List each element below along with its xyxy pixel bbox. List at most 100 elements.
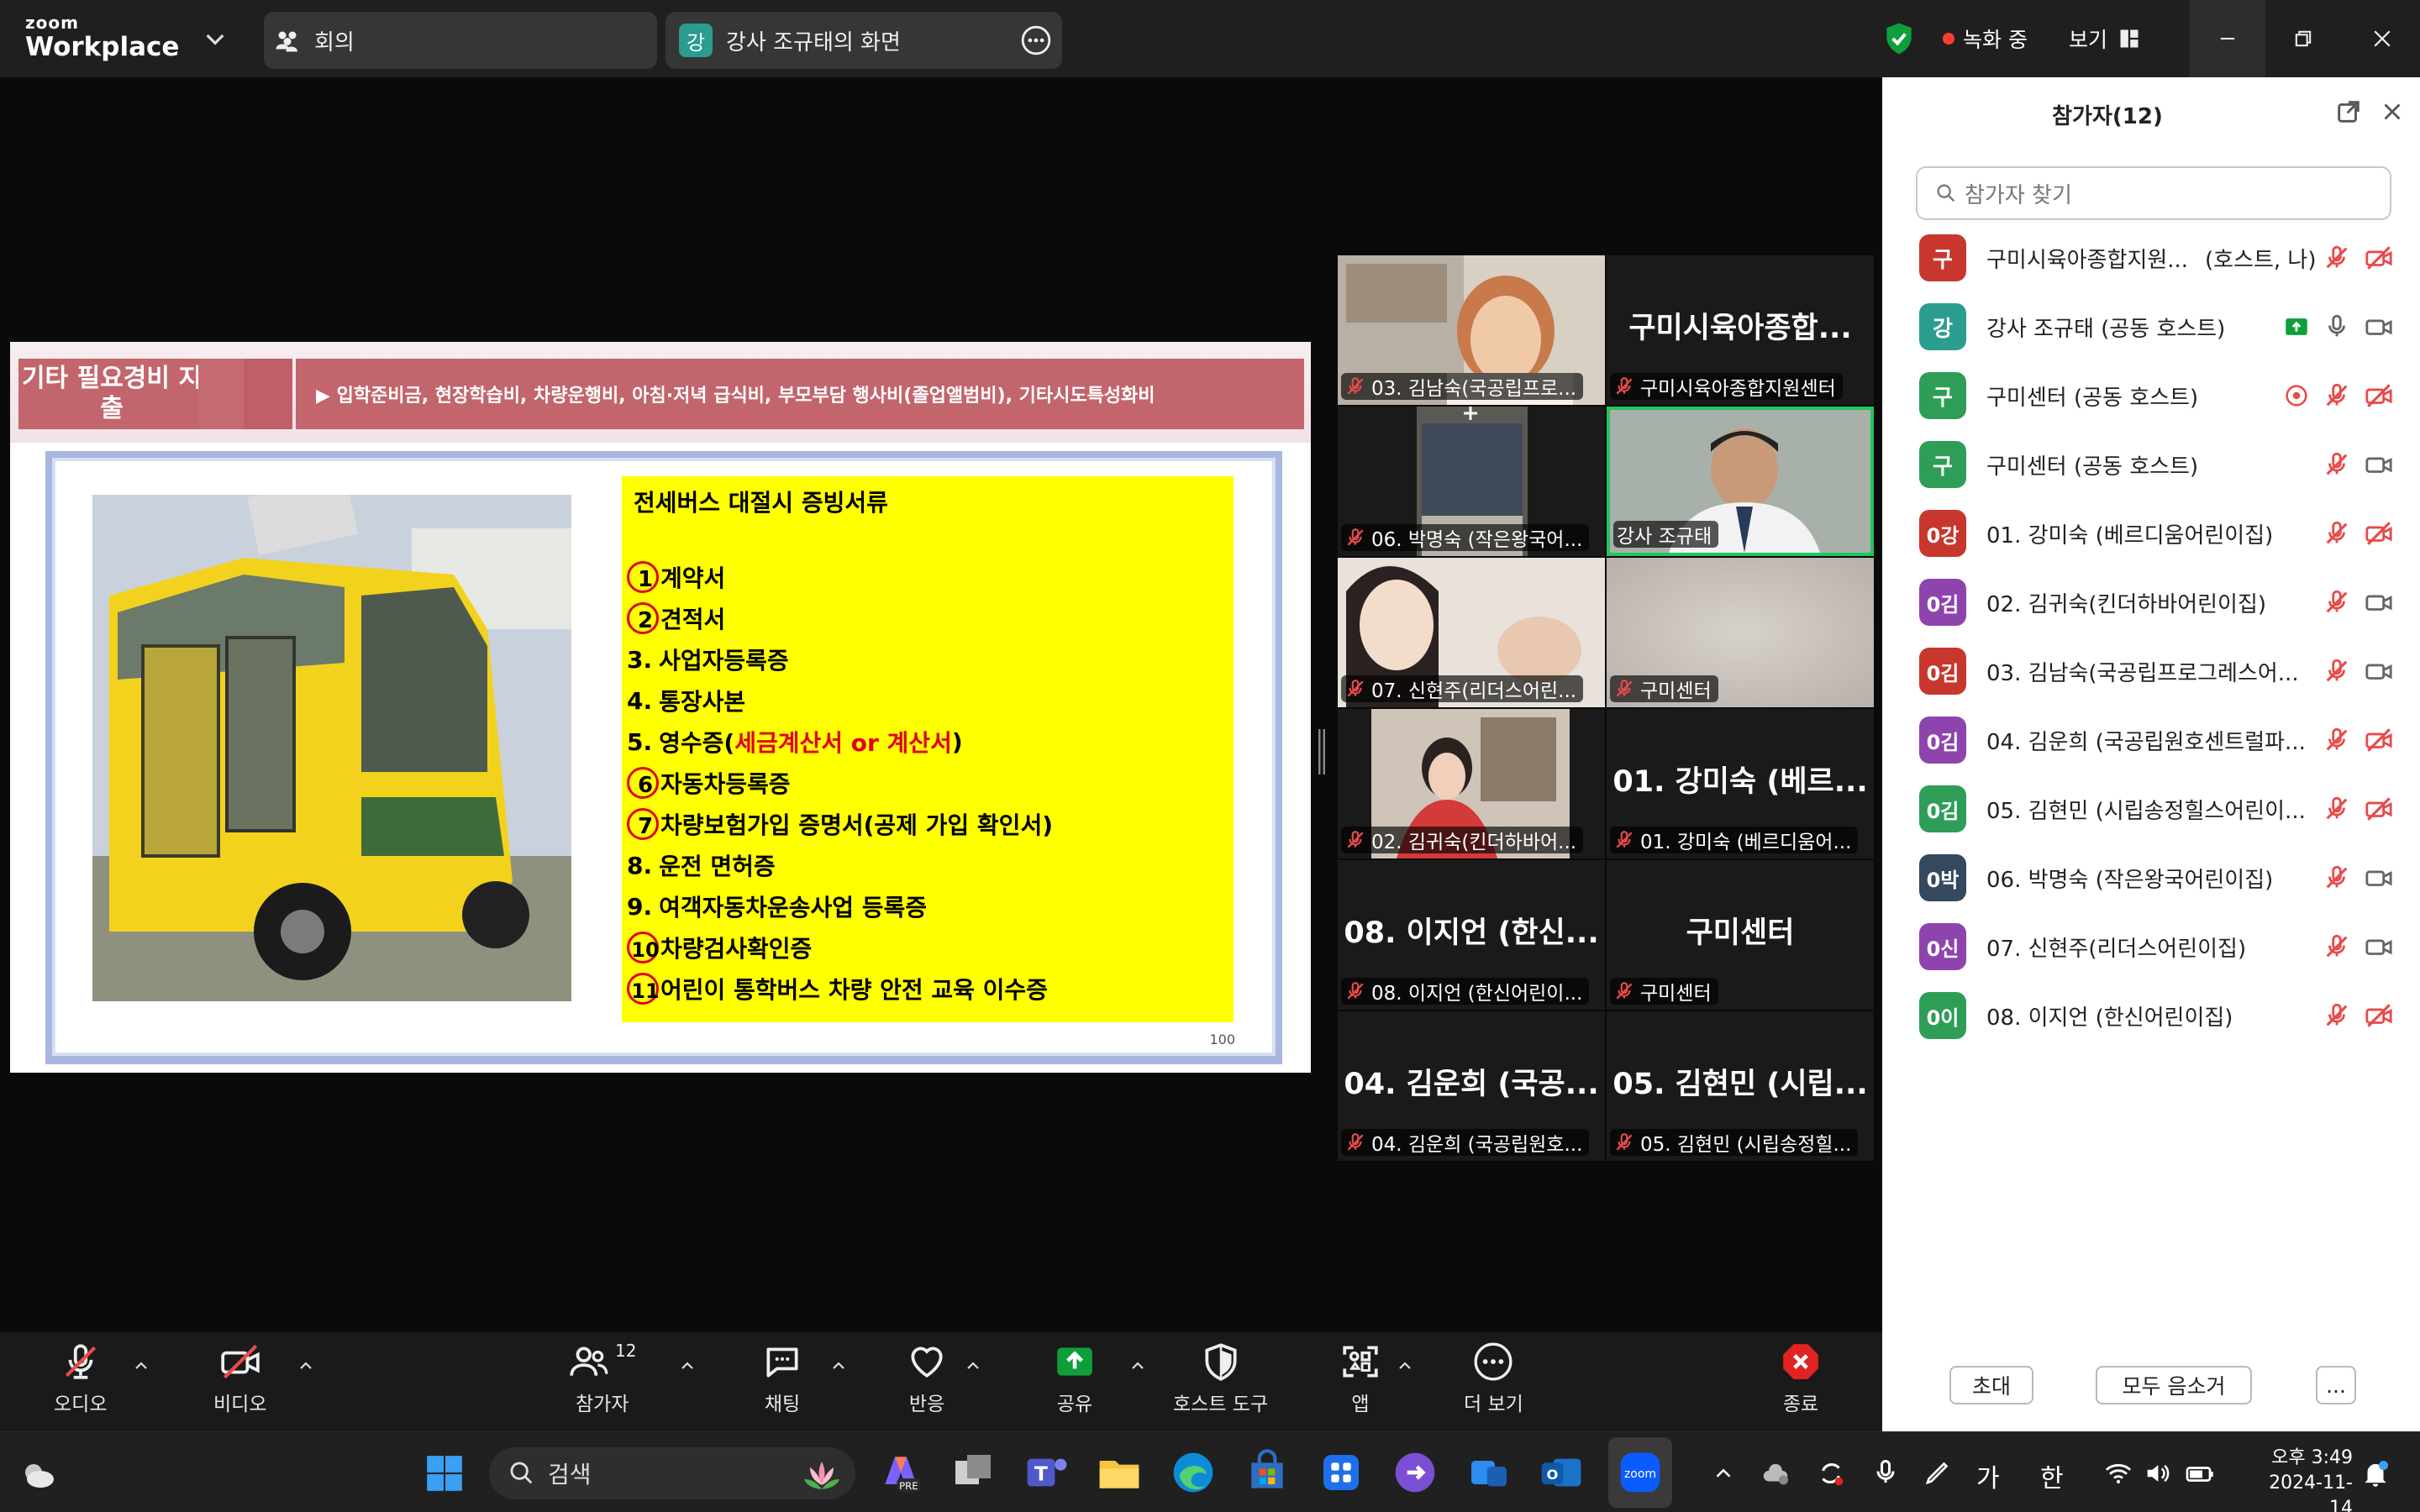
video-off-icon[interactable] <box>2365 519 2393 548</box>
chevron-up-icon[interactable] <box>296 1356 316 1376</box>
edge-icon[interactable] <box>1170 1449 1217 1496</box>
battery-icon[interactable] <box>2185 1459 2215 1489</box>
video-icon[interactable] <box>2365 932 2393 961</box>
mic-muted-icon[interactable] <box>2323 381 2351 410</box>
chevron-up-icon[interactable] <box>1128 1356 1148 1376</box>
zoom-logo[interactable]: zoom Workplace <box>25 13 193 64</box>
video-tile[interactable]: 06. 박명숙 (작은왕국어... <box>1338 407 1605 556</box>
video-tile[interactable]: 08. 이지언 (한신... 08. 이지언 (한신어린이... <box>1338 860 1605 1010</box>
mic-muted-icon[interactable] <box>2323 795 2351 823</box>
video-tile-active-speaker[interactable]: 강사 조규태 <box>1607 407 1874 556</box>
recording-indicator[interactable]: 녹화 중 <box>1943 0 2028 77</box>
taskbar-clock[interactable]: 오후 3:49 2024-11-14 <box>2260 1446 2353 1512</box>
close-icon[interactable] <box>2378 97 2407 126</box>
video-off-icon[interactable] <box>2365 795 2393 823</box>
video-tile[interactable]: 구미센터 구미센터 <box>1607 860 1874 1010</box>
video-off-icon[interactable] <box>2365 381 2393 410</box>
mic-muted-icon[interactable] <box>2323 244 2351 272</box>
pop-out-icon[interactable] <box>2334 97 2363 126</box>
chevron-up-icon[interactable] <box>1395 1356 1415 1376</box>
video-tile[interactable]: 07. 신현주(리더스어린... <box>1338 558 1605 707</box>
file-explorer-icon[interactable] <box>1096 1449 1143 1496</box>
taskbar-search[interactable]: 검색 <box>489 1447 855 1499</box>
restore-button[interactable] <box>2265 0 2341 77</box>
mic-muted-icon[interactable] <box>2323 1001 2351 1030</box>
mic-muted-icon[interactable] <box>2323 588 2351 617</box>
phone-link-icon[interactable] <box>1465 1449 1512 1496</box>
outlook-icon[interactable]: O <box>1538 1449 1585 1496</box>
participant-row[interactable]: 0김 02. 김귀숙(킨더하바어린이집) <box>1882 568 2420 637</box>
store-icon[interactable] <box>1244 1449 1291 1496</box>
participant-row[interactable]: 0신 07. 신현주(리더스어린이집) <box>1882 912 2420 981</box>
participant-row[interactable]: 구 구미센터 (공동 호스트) <box>1882 361 2420 430</box>
mute-all-button[interactable]: 모두 음소거 <box>2096 1366 2252 1404</box>
video-off-icon[interactable] <box>2365 726 2393 754</box>
mic-icon[interactable] <box>2323 312 2351 341</box>
notification-bell-icon[interactable] <box>2360 1457 2391 1489</box>
video-off-icon[interactable] <box>2365 244 2393 272</box>
end-button[interactable]: 종료 <box>1780 1341 1822 1425</box>
video-tile[interactable]: 04. 김운희 (국공... 04. 김운희 (국공립원호... <box>1338 1011 1605 1161</box>
video-tile[interactable]: 구미센터 <box>1607 558 1874 707</box>
video-icon[interactable] <box>2365 864 2393 892</box>
chevron-up-icon[interactable] <box>131 1356 151 1376</box>
video-tile[interactable]: 03. 김남숙(국공립프로... <box>1338 255 1605 405</box>
host-tools-button[interactable]: 호스트 도구 <box>1173 1341 1268 1425</box>
ime-mode-1[interactable]: 가 <box>1976 1457 2000 1494</box>
meeting-tab[interactable]: 회의 <box>264 12 657 69</box>
mic-muted-icon[interactable] <box>2323 519 2351 548</box>
participant-row[interactable]: 구 구미센터 (공동 호스트) <box>1882 430 2420 499</box>
mic-muted-icon[interactable] <box>2323 864 2351 892</box>
video-icon[interactable] <box>2365 450 2393 479</box>
mic-muted-icon[interactable] <box>2323 450 2351 479</box>
video-tile[interactable]: 05. 김현민 (시립... 05. 김현민 (시립송정힐... <box>1607 1011 1874 1161</box>
sync-icon[interactable] <box>1815 1457 1847 1489</box>
chevron-up-icon[interactable] <box>677 1356 697 1376</box>
minimize-button[interactable] <box>2190 0 2265 77</box>
chevron-up-icon[interactable] <box>963 1356 983 1376</box>
video-off-icon[interactable] <box>2365 1001 2393 1030</box>
mic-muted-icon[interactable] <box>2323 657 2351 685</box>
participant-row[interactable]: 0강 01. 강미숙 (베르디움어린이집) <box>1882 499 2420 568</box>
pen-icon[interactable] <box>1923 1457 1953 1488</box>
view-button[interactable]: 보기 <box>2069 0 2141 77</box>
participant-row[interactable]: 0김 05. 김현민 (시립송정힐스어린이... <box>1882 774 2420 843</box>
shield-check-icon[interactable] <box>1881 20 1918 57</box>
invite-button[interactable]: 초대 <box>1949 1366 2033 1404</box>
windows-start-icon[interactable] <box>424 1452 466 1494</box>
participant-row[interactable]: 강 강사 조규태 (공동 호스트) <box>1882 292 2420 361</box>
video-icon[interactable] <box>2365 588 2393 617</box>
mic-icon[interactable] <box>1870 1457 1901 1488</box>
split-handle-icon[interactable] <box>1318 729 1326 774</box>
quick-assist-icon[interactable] <box>1392 1449 1439 1496</box>
more-icon[interactable] <box>1020 24 1052 56</box>
speaker-icon[interactable] <box>2143 1459 2171 1488</box>
participant-row[interactable]: 구 구미시육아종합지원... (호스트, 나) <box>1882 223 2420 292</box>
task-view-icon[interactable] <box>950 1449 997 1496</box>
teams-icon[interactable]: T <box>1023 1449 1071 1496</box>
video-button[interactable]: 비디오 <box>213 1341 266 1425</box>
cloud-icon[interactable] <box>1760 1457 1791 1489</box>
ime-mode-2[interactable]: 한 <box>2040 1457 2064 1494</box>
audio-button[interactable]: 오디오 <box>54 1341 107 1425</box>
mic-muted-icon[interactable] <box>2323 932 2351 961</box>
chat-button[interactable]: 채팅 <box>761 1341 803 1425</box>
video-tile[interactable]: 02. 김귀숙(킨더하바어... <box>1338 709 1605 858</box>
copilot-pre-icon[interactable]: PRE <box>877 1449 924 1496</box>
share-button[interactable]: 공유 <box>1054 1341 1096 1425</box>
participant-row[interactable]: 0김 04. 김운희 (국공립원호센트럴파... <box>1882 706 2420 774</box>
video-tile[interactable]: 01. 강미숙 (베르... 01. 강미숙 (베르디움어... <box>1607 709 1874 858</box>
more-button[interactable]: 더 보기 <box>1464 1341 1523 1425</box>
participant-row[interactable]: 0김 03. 김남숙(국공립프로그레스어... <box>1882 637 2420 706</box>
mic-muted-icon[interactable] <box>2323 726 2351 754</box>
weather-icon[interactable] <box>17 1454 57 1494</box>
close-button[interactable] <box>2344 0 2420 77</box>
shared-screen[interactable]: 기타 필요경비 지출 ▶ 입학준비금, 현장학습비, 차량운행비, 아침·저녁 … <box>10 342 1311 1073</box>
video-icon[interactable] <box>2365 312 2393 341</box>
video-tile[interactable]: 구미시육아종합... 구미시육아종합지원센터 <box>1607 255 1874 405</box>
participants-button[interactable]: 12 참가자 <box>568 1341 636 1425</box>
calculator-app-icon[interactable] <box>1318 1449 1365 1496</box>
wifi-icon[interactable] <box>2104 1459 2133 1488</box>
panel-more-button[interactable]: ... <box>2316 1366 2356 1404</box>
chevron-up-icon[interactable] <box>829 1356 849 1376</box>
